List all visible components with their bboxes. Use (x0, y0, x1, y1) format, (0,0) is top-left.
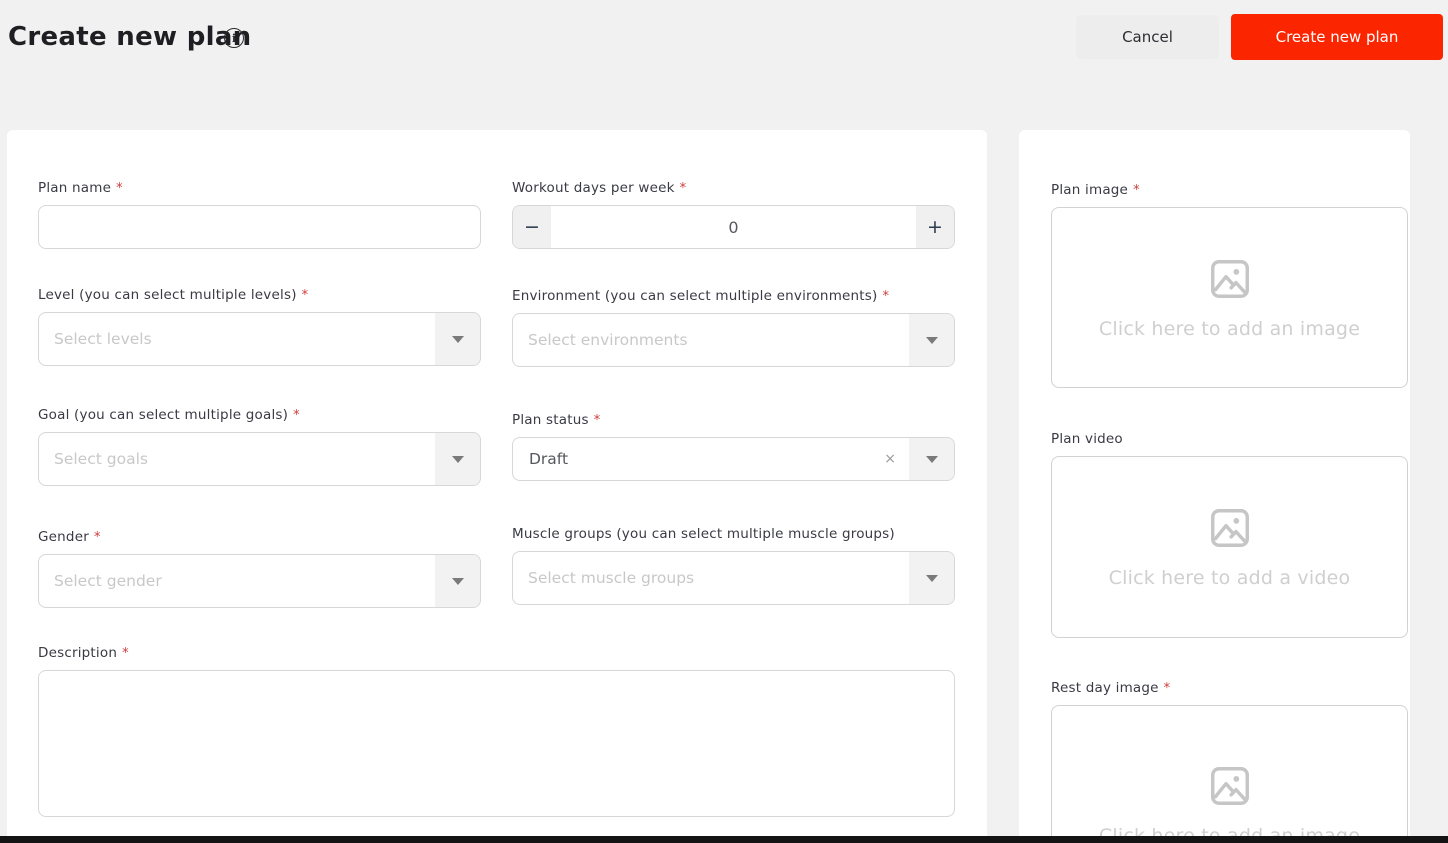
field-gender: Gender * Select gender (38, 529, 481, 608)
select-caret-box[interactable] (909, 314, 954, 366)
select-caret-box[interactable] (909, 438, 954, 480)
field-muscle-groups: Muscle groups (you can select multiple m… (512, 526, 955, 605)
field-goal: Goal (you can select multiple goals) * Se… (38, 407, 481, 486)
window-bottom-edge (0, 836, 1448, 843)
gender-select[interactable]: Select gender (38, 554, 481, 608)
goal-label: Goal (you can select multiple goals) * (38, 407, 300, 423)
image-icon (1210, 509, 1249, 547)
required-asterisk: * (1133, 183, 1140, 198)
field-level: Level (you can select multiple levels) * … (38, 287, 481, 366)
plan-video-cta: Click here to add a video (1108, 567, 1351, 589)
field-plan-status: Plan status * Draft × (512, 412, 955, 481)
chevron-down-icon (451, 455, 464, 463)
plan-form-card: Plan name * Level (you can select multipl… (7, 130, 987, 836)
chevron-down-icon (925, 455, 938, 463)
field-plan-name: Plan name * (38, 180, 481, 249)
select-caret-box[interactable] (435, 313, 480, 365)
required-asterisk: * (122, 646, 129, 661)
field-environment: Environment (you can select multiple env… (512, 288, 955, 367)
muscle-groups-label: Muscle groups (you can select multiple m… (512, 526, 895, 542)
chevron-down-icon (925, 574, 938, 582)
required-asterisk: * (293, 408, 300, 423)
gender-label: Gender * (38, 529, 101, 545)
plan-image-upload[interactable]: Click here to add an image (1051, 207, 1408, 388)
plan-image-cta: Click here to add an image (1098, 317, 1361, 340)
image-icon (1210, 767, 1249, 805)
plan-media-card: Plan image * Click here to add an image P… (1019, 130, 1410, 836)
plan-status-label: Plan status * (512, 412, 601, 428)
workout-days-stepper: − 0 + (512, 205, 955, 249)
field-description: Description * (38, 645, 955, 821)
create-new-plan-button[interactable]: Create new plan (1231, 14, 1443, 60)
plan-status-value: Draft (529, 450, 569, 468)
required-asterisk: * (679, 181, 687, 196)
plan-video-label: Plan video (1051, 431, 1123, 447)
goal-placeholder: Select goals (54, 450, 148, 468)
level-select[interactable]: Select levels (38, 312, 481, 366)
plan-name-input[interactable] (38, 205, 481, 249)
field-rest-day-image: Rest day image * Click here to add an ima… (1051, 680, 1408, 836)
description-label: Description * (38, 645, 129, 661)
field-plan-image: Plan image * Click here to add an image (1051, 182, 1408, 388)
muscle-groups-placeholder: Select muscle groups (528, 569, 695, 587)
field-workout-days: Workout days per week * − 0 + (512, 180, 955, 249)
rest-day-image-label: Rest day image * (1051, 680, 1171, 696)
cancel-button[interactable]: Cancel (1076, 15, 1219, 59)
required-asterisk: * (301, 288, 309, 303)
required-asterisk: * (93, 530, 101, 545)
required-asterisk: * (1163, 681, 1171, 696)
page-title: Create new plan (8, 22, 252, 52)
required-asterisk: * (116, 181, 123, 196)
rest-day-image-cta: Click here to add an image (1098, 825, 1361, 836)
plan-video-upload[interactable]: Click here to add a video (1051, 456, 1408, 638)
description-textarea[interactable] (38, 670, 955, 817)
clear-icon[interactable]: × (884, 452, 896, 466)
chevron-down-icon (925, 336, 938, 344)
info-icon[interactable]: i (224, 28, 244, 48)
rest-day-image-upload[interactable]: Click here to add an image (1051, 705, 1408, 836)
goal-select[interactable]: Select goals (38, 432, 481, 486)
image-icon (1210, 259, 1249, 298)
increment-button[interactable]: + (916, 206, 954, 248)
muscle-groups-select[interactable]: Select muscle groups (512, 551, 955, 605)
plan-image-label: Plan image * (1051, 182, 1140, 198)
plan-name-label: Plan name * (38, 180, 123, 196)
environment-select[interactable]: Select environments (512, 313, 955, 367)
plan-status-select[interactable]: Draft × (512, 437, 955, 481)
workout-days-value[interactable]: 0 (551, 206, 916, 248)
select-caret-box[interactable] (435, 433, 480, 485)
required-asterisk: * (882, 289, 890, 304)
environment-label: Environment (you can select multiple env… (512, 288, 890, 304)
gender-placeholder: Select gender (54, 572, 162, 590)
select-caret-box[interactable] (435, 555, 480, 607)
select-caret-box[interactable] (909, 552, 954, 604)
environment-placeholder: Select environments (528, 331, 688, 349)
field-plan-video: Plan video Click here to add a video (1051, 431, 1408, 638)
chevron-down-icon (451, 577, 464, 585)
chevron-down-icon (451, 335, 464, 343)
required-asterisk: * (593, 413, 601, 428)
level-placeholder: Select levels (54, 330, 152, 348)
workout-days-label: Workout days per week * (512, 180, 687, 196)
decrement-button[interactable]: − (513, 206, 551, 248)
level-label: Level (you can select multiple levels) * (38, 287, 309, 303)
